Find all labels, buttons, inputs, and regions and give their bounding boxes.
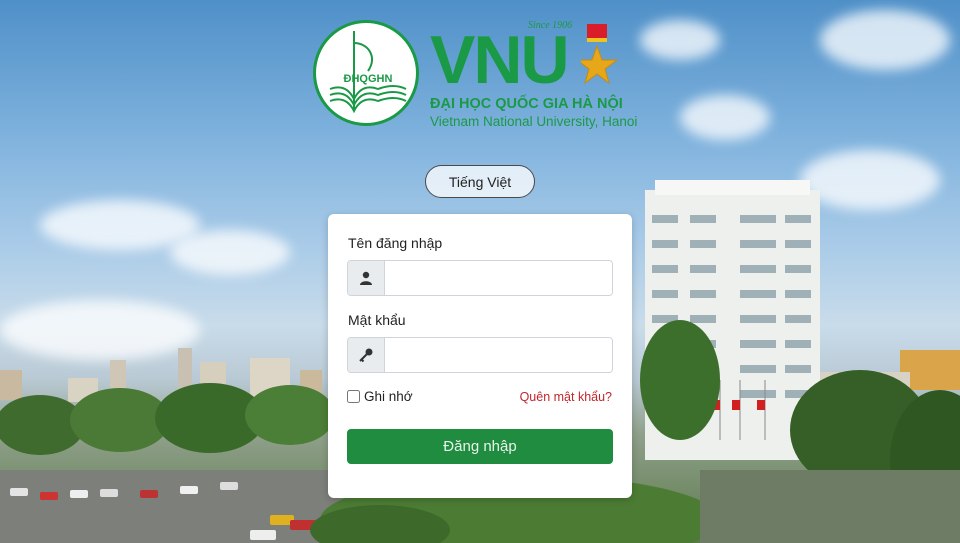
medal-star-icon xyxy=(581,24,619,85)
since-label: Since 1906 xyxy=(528,20,573,31)
password-input-group xyxy=(347,337,613,373)
vnu-seal-icon: ĐHQGHN xyxy=(313,20,419,126)
remember-checkbox[interactable] xyxy=(347,390,360,403)
university-name-vi: ĐẠI HỌC QUỐC GIA HÀ NỘI xyxy=(430,96,623,112)
brand-acronym: VNU xyxy=(430,22,570,98)
vnu-logo: ĐHQGHN VNU Since 1906 ĐẠI HỌC QUỐC GIA H… xyxy=(313,20,653,130)
password-input[interactable] xyxy=(385,338,612,372)
university-name-en: Vietnam National University, Hanoi xyxy=(430,114,638,129)
language-toggle-button[interactable]: Tiếng Việt xyxy=(425,165,535,198)
login-card: Tên đăng nhập Mật khẩu Ghi nhớ Quên mật … xyxy=(328,214,632,498)
seal-text: ĐHQGHN xyxy=(343,73,393,85)
username-input-group xyxy=(347,260,613,296)
key-icon xyxy=(348,338,385,372)
user-icon xyxy=(348,261,385,295)
remember-me[interactable]: Ghi nhớ xyxy=(347,389,413,404)
forgot-password-link[interactable]: Quên mật khẩu? xyxy=(520,390,612,404)
username-input[interactable] xyxy=(385,261,612,295)
login-button[interactable]: Đăng nhập xyxy=(347,429,613,464)
password-label: Mật khẩu xyxy=(348,312,406,328)
remember-label: Ghi nhớ xyxy=(364,389,413,404)
username-label: Tên đăng nhập xyxy=(348,235,443,251)
